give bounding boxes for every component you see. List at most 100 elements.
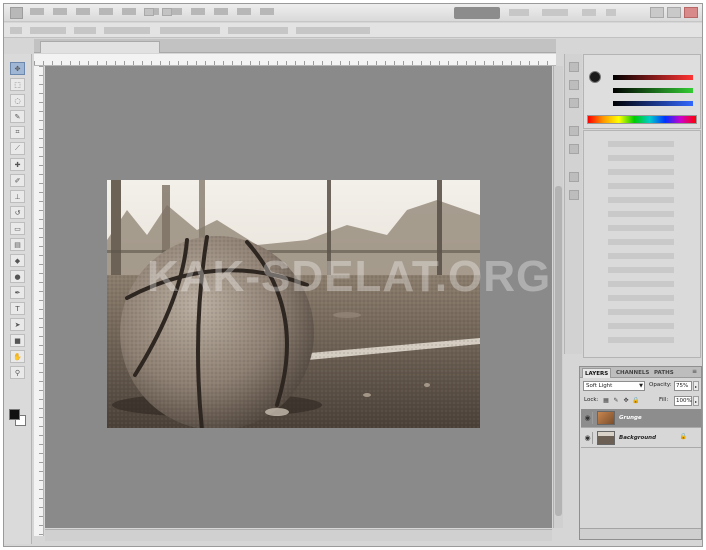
fill-input[interactable]: 100% [674, 396, 692, 406]
adjustment-preset[interactable] [608, 169, 674, 175]
opacity-input[interactable]: 75% [674, 381, 692, 391]
workspace-design-button[interactable] [509, 9, 529, 16]
paragraph-panel-icon[interactable] [569, 190, 579, 200]
panel-menu-icon[interactable]: ≡ [690, 368, 699, 376]
adjustment-preset[interactable] [608, 197, 674, 203]
menu-view[interactable] [214, 8, 228, 15]
actions-panel-icon[interactable] [569, 98, 579, 108]
blue-slider[interactable] [613, 101, 693, 106]
type-icon[interactable]: T [10, 302, 25, 315]
menu-layer[interactable] [99, 8, 113, 15]
bridge-icon[interactable] [144, 8, 154, 16]
move-icon[interactable]: ✥ [10, 62, 25, 75]
blur-icon[interactable]: ◆ [10, 254, 25, 267]
layer-row-grunge[interactable]: ◉ Grunge [581, 409, 701, 428]
adjustment-preset[interactable] [608, 141, 674, 147]
tool-preset-picker[interactable] [10, 27, 22, 34]
close-icon[interactable] [684, 7, 698, 18]
workspace-more-button[interactable] [582, 9, 596, 16]
adjustment-preset[interactable] [608, 183, 674, 189]
adjustment-preset[interactable] [608, 323, 674, 329]
color-spectrum-ramp[interactable] [587, 115, 697, 124]
eye-icon[interactable]: ◉ [583, 432, 593, 444]
clone-stamp-icon[interactable]: ⊥ [10, 190, 25, 203]
adjustment-preset[interactable] [608, 225, 674, 231]
adjustment-preset[interactable] [608, 253, 674, 259]
menu-3d[interactable] [191, 8, 205, 15]
shape-icon[interactable]: ■ [10, 334, 25, 347]
layer-thumbnail[interactable] [597, 411, 615, 425]
fill-slider-button[interactable]: ▸ [693, 396, 699, 406]
eyedropper-icon[interactable]: ⟋ [10, 142, 25, 155]
adjustment-preset[interactable] [608, 267, 674, 273]
adjustment-preset[interactable] [608, 295, 674, 301]
hand-icon[interactable]: ✋ [10, 350, 25, 363]
menu-edit[interactable] [53, 8, 67, 15]
lock-all-icon[interactable]: 🔒 [632, 397, 640, 405]
canvas-area[interactable]: KAK-SDELAT.ORG [45, 66, 552, 528]
vertical-ruler[interactable] [34, 66, 44, 536]
maximize-icon[interactable] [667, 7, 681, 18]
dodge-icon[interactable]: ● [10, 270, 25, 283]
vertical-scroll-thumb[interactable] [555, 186, 562, 516]
menu-select[interactable] [122, 8, 136, 15]
gradient-icon[interactable]: ▤ [10, 238, 25, 251]
lock-position-icon[interactable]: ✥ [622, 397, 630, 405]
quick-select-icon[interactable]: ✎ [10, 110, 25, 123]
workspace-painting-button[interactable] [542, 9, 568, 16]
menu-image[interactable] [76, 8, 90, 15]
workspace-essentials-button[interactable] [454, 7, 500, 19]
green-slider[interactable] [613, 88, 693, 93]
adjustment-preset[interactable] [608, 281, 674, 287]
menu-window[interactable] [237, 8, 251, 15]
tab-channels[interactable]: CHANNELS [614, 368, 651, 378]
adjustment-preset[interactable] [608, 337, 674, 343]
ps-logo-icon[interactable] [10, 7, 23, 19]
lock-pixels-icon[interactable]: ✎ [612, 397, 620, 405]
red-slider[interactable] [613, 75, 693, 80]
tab-paths[interactable]: PATHS [652, 368, 676, 378]
opacity-slider-button[interactable]: ▸ [693, 381, 699, 391]
vertical-scrollbar[interactable] [553, 66, 563, 528]
horizontal-ruler[interactable] [34, 54, 556, 66]
option-align-buttons[interactable] [160, 27, 220, 34]
path-select-icon[interactable]: ➤ [10, 318, 25, 331]
history-brush-icon[interactable]: ↺ [10, 206, 25, 219]
lasso-icon[interactable]: ◌ [10, 94, 25, 107]
tab-layers[interactable]: LAYERS [582, 368, 612, 378]
character-panel-icon[interactable] [569, 172, 579, 182]
layer-row-background[interactable]: ◉ Background 🔒 [581, 429, 701, 448]
minimize-icon[interactable] [650, 7, 664, 18]
foreground-color-swatch[interactable] [9, 409, 20, 420]
zoom-icon[interactable]: ⚲ [10, 366, 25, 379]
blend-mode-select[interactable]: Soft Light ▼ [583, 381, 645, 391]
horizontal-scrollbar[interactable] [45, 529, 552, 541]
healing-icon[interactable]: ✚ [10, 158, 25, 171]
brush-icon[interactable]: ✐ [10, 174, 25, 187]
lock-transparency-icon[interactable]: ▦ [602, 397, 610, 405]
layer-thumbnail[interactable] [597, 431, 615, 445]
option-show-transform[interactable] [104, 27, 150, 34]
menu-file[interactable] [30, 8, 44, 15]
marquee-icon[interactable]: ⬚ [10, 78, 25, 91]
mini-bridge-icon[interactable] [569, 62, 579, 72]
menu-help[interactable] [260, 8, 274, 15]
eye-icon[interactable]: ◉ [583, 412, 593, 424]
document-tab[interactable] [40, 41, 160, 53]
adjustment-preset[interactable] [608, 239, 674, 245]
adjustment-preset[interactable] [608, 211, 674, 217]
clone-source-icon[interactable] [569, 144, 579, 154]
basketball-photo[interactable] [107, 180, 480, 428]
pen-icon[interactable]: ✒ [10, 286, 25, 299]
option-3d-buttons[interactable] [296, 27, 370, 34]
eraser-icon[interactable]: ▭ [10, 222, 25, 235]
history-panel-icon[interactable] [569, 80, 579, 90]
brush-panel-icon[interactable] [569, 126, 579, 136]
adjustment-preset[interactable] [608, 155, 674, 161]
option-distribute-buttons[interactable] [228, 27, 288, 34]
crop-icon[interactable]: ⌗ [10, 126, 25, 139]
option-auto-select[interactable] [30, 27, 66, 34]
cs-live-icon[interactable] [606, 9, 616, 16]
option-layer-dropdown[interactable] [74, 27, 96, 34]
adjustment-preset[interactable] [608, 309, 674, 315]
